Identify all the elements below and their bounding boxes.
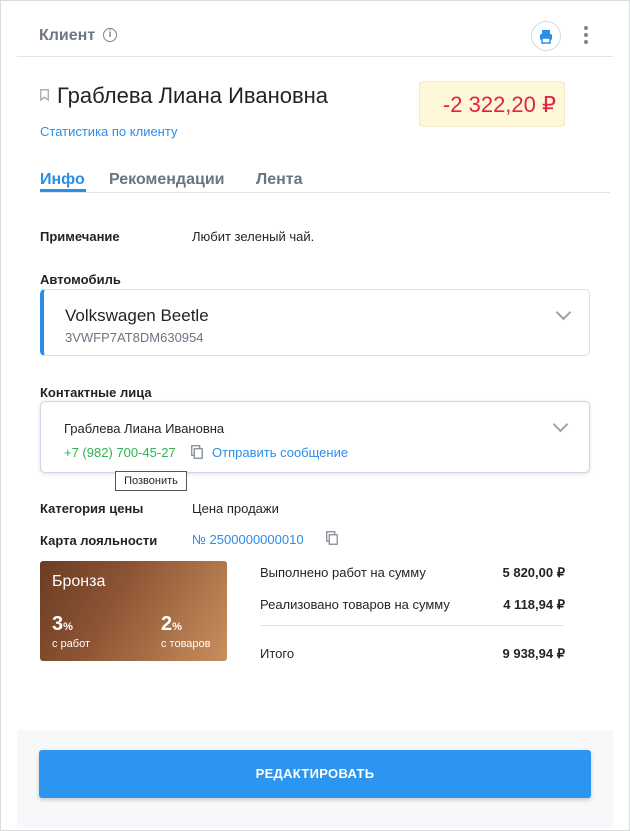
tab-info[interactable]: Инфо — [40, 171, 85, 189]
active-tab-indicator — [40, 189, 86, 192]
contacts-label: Контактные лица — [40, 385, 152, 400]
printer-icon — [540, 30, 552, 44]
balance-badge: -2 322,20 ₽ — [420, 82, 564, 126]
total-value: 9 938,94 ₽ — [502, 646, 566, 661]
note-label: Примечание — [40, 229, 120, 244]
price-category-value: Цена продажи — [192, 501, 279, 516]
panel-header: Клиент i — [17, 16, 613, 57]
more-vertical-icon[interactable] — [579, 23, 593, 49]
copy-icon[interactable] — [191, 445, 203, 459]
loyalty-level-title: Бронза — [52, 573, 106, 590]
car-vin: 3VWFP7AT8DM630954 — [65, 330, 204, 345]
car-model: Volkswagen Beetle — [65, 306, 209, 325]
price-category-label: Категория цены — [40, 501, 144, 516]
print-button[interactable] — [531, 21, 561, 51]
goods-discount: 2% — [161, 613, 182, 635]
tab-recommendations[interactable]: Рекомендации — [109, 171, 225, 189]
works-discount-caption: с работ — [52, 638, 91, 650]
summary-divider — [260, 625, 564, 626]
tab-feed[interactable]: Лента — [256, 171, 303, 189]
bookmark-icon[interactable] — [40, 89, 49, 101]
panel-title: Клиент — [39, 27, 96, 44]
info-icon[interactable]: i — [103, 28, 117, 42]
balance-value: -2 322,20 ₽ — [442, 92, 556, 117]
chevron-down-icon[interactable] — [552, 416, 569, 433]
chevron-down-icon[interactable] — [555, 304, 572, 321]
contact-phone[interactable]: +7 (982) 700-45-27 — [64, 445, 176, 460]
works-sum-value: 5 820,00 ₽ — [502, 565, 566, 580]
contact-name: Граблева Лиана Ивановна — [64, 421, 225, 436]
send-message-link[interactable]: Отправить сообщение — [212, 445, 348, 460]
loyalty-card-number[interactable]: № 2500000000010 — [192, 532, 304, 547]
goods-sum-value: 4 118,94 ₽ — [503, 597, 565, 612]
works-discount: 3% — [52, 613, 73, 635]
goods-discount-caption: с товаров — [161, 638, 211, 650]
car-card[interactable]: Volkswagen Beetle 3VWFP7AT8DM630954 — [40, 289, 590, 356]
works-sum-label: Выполнено работ на сумму — [260, 565, 426, 580]
loyalty-label: Карта лояльности — [40, 533, 158, 548]
car-label: Автомобиль — [40, 272, 121, 287]
copy-icon[interactable] — [326, 531, 338, 545]
call-tooltip: Позвонить — [115, 471, 187, 491]
loyalty-level-card: Бронза 3% с работ 2% с товаров — [40, 561, 227, 661]
contact-card: Граблева Лиана Ивановна +7 (982) 700-45-… — [40, 401, 590, 473]
total-label: Итого — [260, 646, 295, 661]
client-name: Граблева Лиана Ивановна — [57, 83, 329, 108]
client-stats-link[interactable]: Статистика по клиенту — [40, 124, 177, 139]
note-value: Любит зеленый чай. — [192, 229, 315, 244]
edit-button[interactable]: РЕДАКТИРОВАТЬ — [39, 750, 591, 798]
goods-sum-label: Реализовано товаров на сумму — [260, 597, 450, 612]
tab-bar: Инфо Рекомендации Лента — [40, 168, 610, 193]
